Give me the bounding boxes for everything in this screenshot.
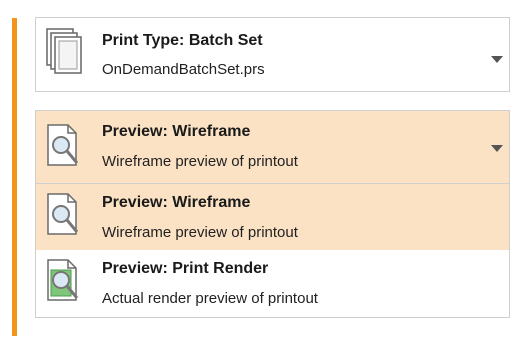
option-wireframe[interactable]: Preview: Wireframe Wireframe preview of … — [36, 184, 509, 250]
print-type-title: Print Type: Batch Set — [102, 32, 263, 49]
chevron-down-icon[interactable] — [491, 145, 503, 152]
print-type-dropdown[interactable]: Print Type: Batch Set OnDemandBatchSet.p… — [35, 17, 510, 92]
option-wireframe-title: Preview: Wireframe — [102, 194, 251, 211]
option-wireframe-subtitle: Wireframe preview of printout — [102, 224, 298, 241]
print-type-filename: OnDemandBatchSet.prs — [102, 61, 265, 78]
accent-bar — [12, 18, 17, 336]
preview-selected-title: Preview: Wireframe — [102, 123, 251, 140]
chevron-down-icon[interactable] — [491, 56, 503, 63]
option-print-render-title: Preview: Print Render — [102, 260, 269, 277]
wireframe-preview-icon — [44, 121, 82, 173]
option-print-render-subtitle: Actual render preview of printout — [102, 290, 318, 307]
wireframe-preview-icon — [44, 190, 82, 242]
preview-options-list: Preview: Wireframe Wireframe preview of … — [35, 184, 510, 318]
batch-documents-icon — [44, 27, 82, 79]
render-preview-icon — [44, 256, 82, 308]
preview-selected-subtitle: Wireframe preview of printout — [102, 153, 298, 170]
option-print-render[interactable]: Preview: Print Render Actual render prev… — [36, 250, 509, 316]
preview-dropdown[interactable]: Preview: Wireframe Wireframe preview of … — [35, 110, 510, 184]
